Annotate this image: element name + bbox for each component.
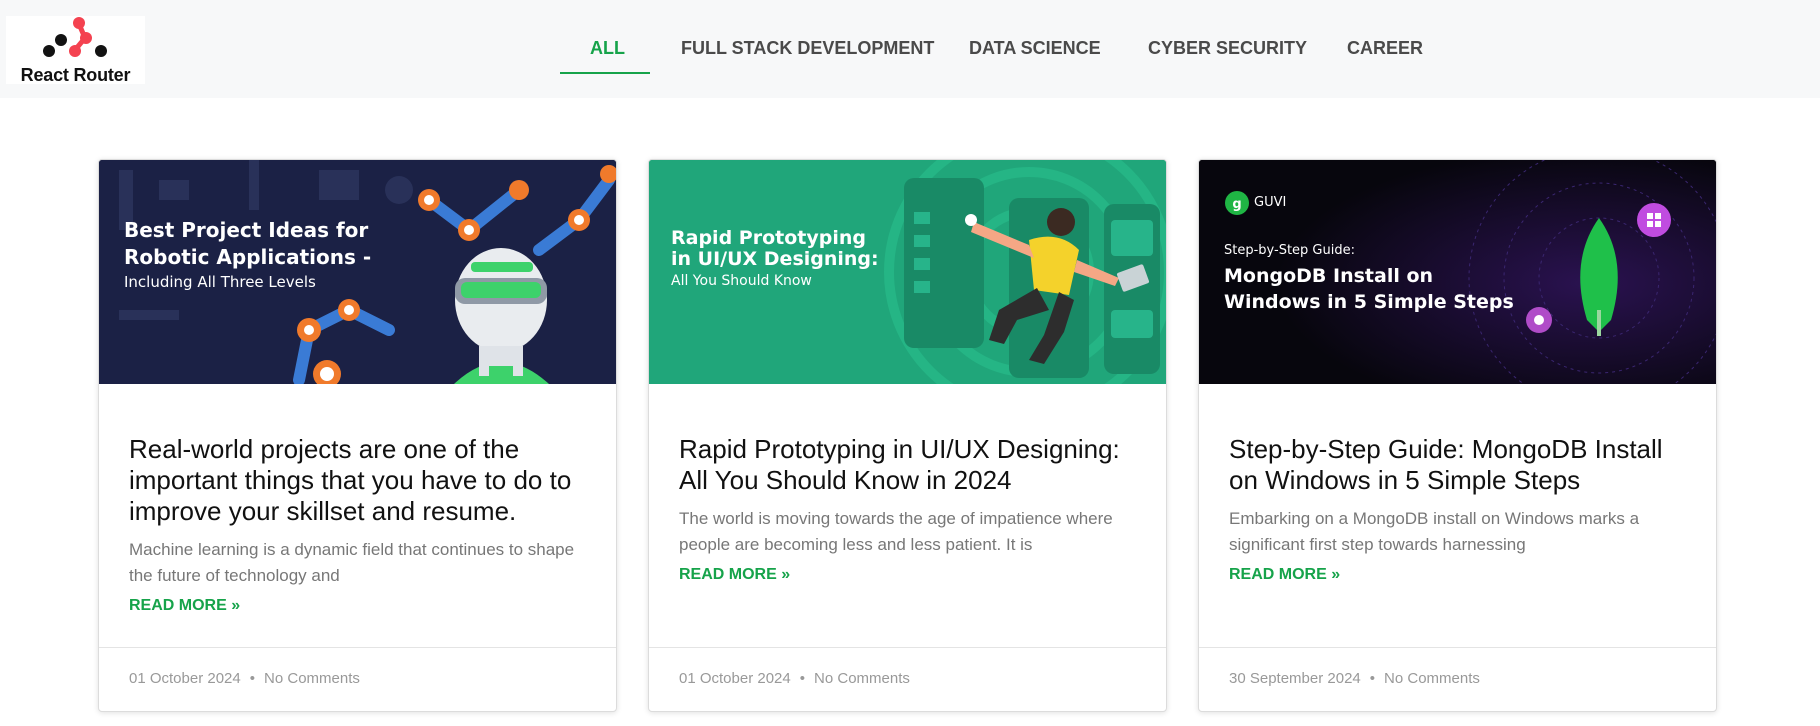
post-thumbnail[interactable]: g GUVI Step-by-Step Guide: MongoDB Insta… (1199, 160, 1716, 384)
post-title[interactable]: Step-by-Step Guide: MongoDB Install on W… (1229, 434, 1689, 496)
meta-separator: • (249, 670, 256, 687)
caption-line: Windows in 5 Simple Steps (1224, 291, 1514, 313)
post-meta: 30 September 2024 • No Comments (1229, 670, 1480, 687)
site-header: React Router ALL FULL STACK DEVELOPMENT … (0, 0, 1820, 98)
caption-line: Rapid Prototyping (671, 227, 866, 249)
post-excerpt: The world is moving towards the age of i… (679, 509, 1113, 554)
post-comments: No Comments (264, 670, 360, 687)
post-title[interactable]: Real-world projects are one of the impor… (129, 434, 589, 527)
post-body: Real-world projects are one of the impor… (129, 434, 589, 615)
read-more-link[interactable]: READ MORE » (129, 597, 240, 615)
post-date: 01 October 2024 (679, 670, 791, 687)
post-card: Best Project Ideas for Robotic Applicati… (98, 159, 617, 712)
post-comments: No Comments (814, 670, 910, 687)
post-meta-bar: 01 October 2024 • No Comments (99, 647, 616, 711)
post-meta-bar: 30 September 2024 • No Comments (1199, 647, 1716, 711)
nav-item-data-science[interactable]: DATA SCIENCE (969, 38, 1101, 59)
svg-text:g: g (1232, 197, 1241, 212)
thumbnail-caption: Best Project Ideas for Robotic Applicati… (124, 217, 371, 293)
caption-line: MongoDB Install on (1224, 265, 1434, 287)
caption-line: in UI/UX Designing: (671, 248, 879, 270)
brand-name: React Router (20, 65, 131, 85)
caption-line: All You Should Know (671, 273, 812, 289)
post-body: Rapid Prototyping in UI/UX Designing: Al… (679, 434, 1139, 584)
post-title[interactable]: Rapid Prototyping in UI/UX Designing: Al… (679, 434, 1139, 496)
caption-line: Including All Three Levels (124, 273, 316, 291)
meta-separator: • (1369, 670, 1376, 687)
active-tab-indicator (560, 72, 650, 74)
post-date: 01 October 2024 (129, 670, 241, 687)
thumbnail-caption: Step-by-Step Guide: MongoDB Install on W… (1224, 239, 1514, 315)
post-meta-bar: 01 October 2024 • No Comments (649, 647, 1166, 711)
brand-logo[interactable]: React Router (6, 16, 145, 85)
post-meta: 01 October 2024 • No Comments (679, 670, 910, 687)
read-more-link[interactable]: READ MORE » (679, 566, 790, 584)
guvi-badge: GUVI (1254, 195, 1287, 210)
post-thumbnail[interactable]: Rapid Prototyping in UI/UX Designing: Al… (649, 160, 1166, 384)
meta-separator: • (799, 670, 806, 687)
read-more-link[interactable]: READ MORE » (1229, 566, 1340, 584)
nav-item-cyber-security[interactable]: CYBER SECURITY (1148, 38, 1307, 59)
nav-item-all[interactable]: ALL (590, 38, 625, 59)
post-meta: 01 October 2024 • No Comments (129, 670, 360, 687)
thumbnail-caption: Rapid Prototyping in UI/UX Designing: Al… (671, 228, 879, 292)
post-excerpt: Machine learning is a dynamic field that… (129, 540, 575, 585)
post-date: 30 September 2024 (1229, 670, 1361, 687)
react-router-logo-icon (43, 17, 107, 57)
post-body: Step-by-Step Guide: MongoDB Install on W… (1229, 434, 1689, 584)
post-comments: No Comments (1384, 670, 1480, 687)
nav-item-career[interactable]: CAREER (1347, 38, 1423, 59)
post-card: g GUVI Step-by-Step Guide: MongoDB Insta… (1198, 159, 1717, 712)
post-excerpt: Embarking on a MongoDB install on Window… (1229, 509, 1640, 554)
caption-line: Robotic Applications - (124, 245, 372, 269)
caption-line: Step-by-Step Guide: (1224, 243, 1355, 258)
post-thumbnail[interactable]: Best Project Ideas for Robotic Applicati… (99, 160, 616, 384)
caption-line: Best Project Ideas for (124, 218, 369, 242)
post-card: Rapid Prototyping in UI/UX Designing: Al… (648, 159, 1167, 712)
nav-item-full-stack-development[interactable]: FULL STACK DEVELOPMENT (681, 38, 934, 59)
